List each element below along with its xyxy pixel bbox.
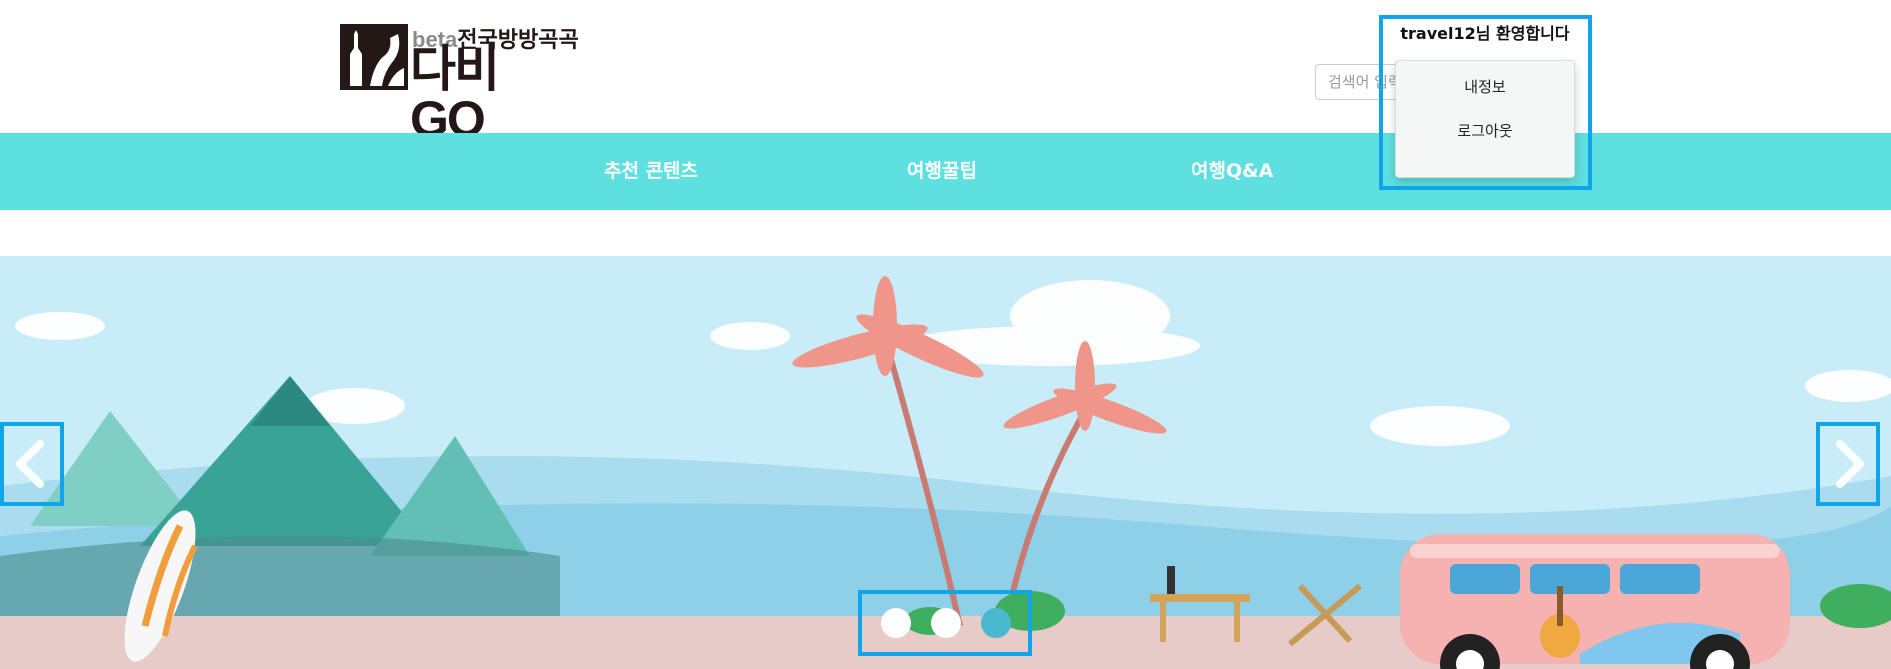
main-nav: 추천 콘텐츠 여행꿀팁 여행Q&A [0,133,1891,210]
carousel-dot-2[interactable] [931,608,961,638]
nav-item-travel-tips[interactable]: 여행꿀팁 [907,133,977,210]
user-menu-highlight [1379,15,1592,190]
carousel-next-button[interactable] [1816,422,1880,506]
chevron-right-icon [1816,422,1880,506]
carousel-indicators [858,590,1032,656]
logo-brand: 다비GO [410,41,500,147]
chevron-left-icon [0,422,64,506]
carousel-dot-3[interactable] [981,608,1011,638]
site-header: beta전국방방곡곡 다비GO travel12님 환영합니다 [0,0,1891,144]
site-logo[interactable]: beta전국방방곡곡 다비GO [340,22,579,144]
carousel-prev-button[interactable] [0,422,64,506]
logo-mark-icon [340,24,408,90]
carousel-dot-1[interactable] [881,608,911,638]
nav-item-recommended[interactable]: 추천 콘텐츠 [604,133,698,210]
nav-item-travel-qna[interactable]: 여행Q&A [1191,133,1273,210]
